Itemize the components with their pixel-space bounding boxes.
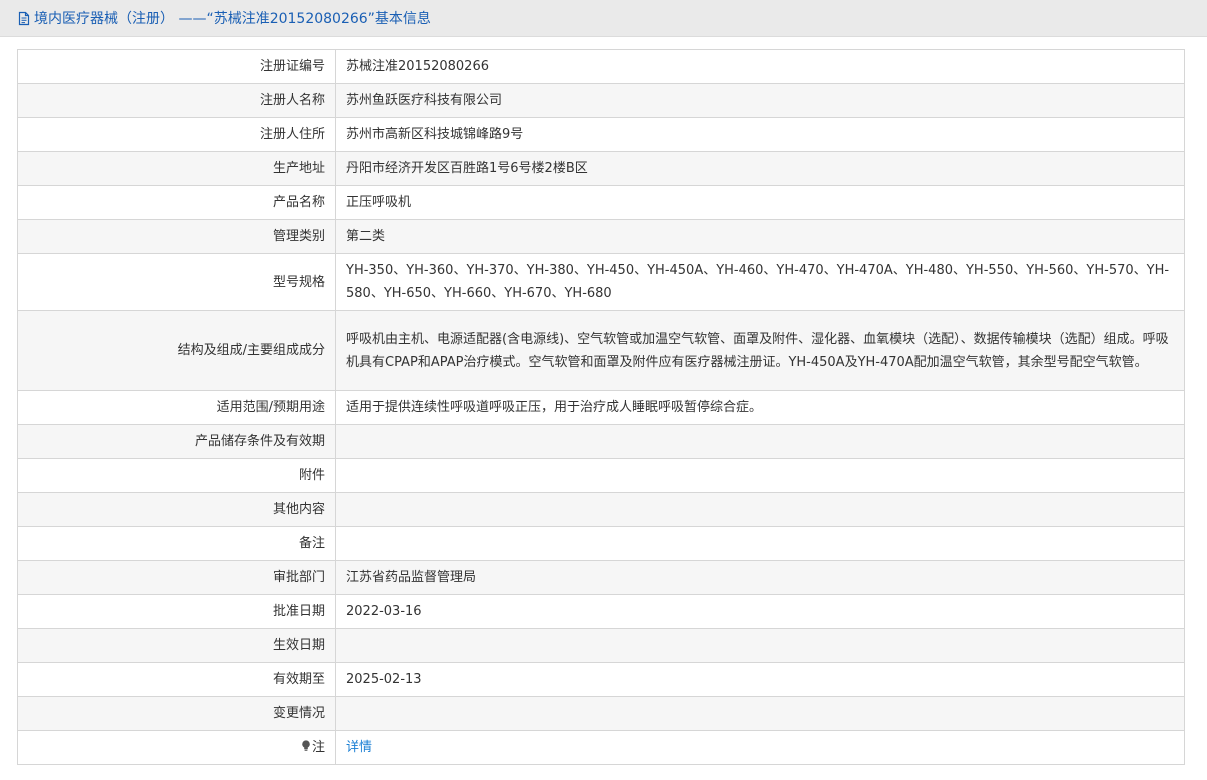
row-label: 变更情况: [17, 696, 336, 731]
table-row: 生效日期: [17, 628, 1185, 663]
note-row: 注 详情: [17, 730, 1185, 765]
row-label: 注册人名称: [17, 83, 336, 118]
table-row: 其他内容: [17, 492, 1185, 527]
row-value: [335, 492, 1185, 527]
row-label: 附件: [17, 458, 336, 493]
table-row: 产品名称 正压呼吸机: [17, 185, 1185, 220]
table-row: 管理类别 第二类: [17, 219, 1185, 254]
row-label: 有效期至: [17, 662, 336, 697]
document-icon: [18, 11, 30, 25]
row-value: [335, 526, 1185, 561]
row-label: 适用范围/预期用途: [17, 390, 336, 425]
table-row: 备注: [17, 526, 1185, 561]
row-value: 丹阳市经济开发区百胜路1号6号楼2楼B区: [335, 151, 1185, 186]
page-title-text: 境内医疗器械（注册） ——“苏械注准20152080266”基本信息: [34, 11, 431, 27]
row-value: 江苏省药品监督管理局: [335, 560, 1185, 595]
table-row: 注册证编号 苏械注准20152080266: [17, 49, 1185, 84]
note-value-cell: 详情: [335, 730, 1185, 765]
note-label-cell: 注: [17, 730, 336, 765]
row-value: 苏州市高新区科技城锦峰路9号: [335, 117, 1185, 152]
table-row: 注册人住所 苏州市高新区科技城锦峰路9号: [17, 117, 1185, 152]
row-value: 呼吸机由主机、电源适配器(含电源线)、空气软管或加温空气软管、面罩及附件、湿化器…: [335, 310, 1185, 391]
details-link[interactable]: 详情: [346, 740, 372, 755]
row-value: [335, 696, 1185, 731]
row-value: 正压呼吸机: [335, 185, 1185, 220]
table-row: 型号规格 YH-350、YH-360、YH-370、YH-380、YH-450、…: [17, 253, 1185, 311]
detail-table: 注册证编号 苏械注准20152080266 注册人名称 苏州鱼跃医疗科技有限公司…: [17, 49, 1185, 765]
row-value: 适用于提供连续性呼吸道呼吸正压，用于治疗成人睡眠呼吸暂停综合症。: [335, 390, 1185, 425]
row-label: 产品储存条件及有效期: [17, 424, 336, 459]
row-value: YH-350、YH-360、YH-370、YH-380、YH-450、YH-45…: [335, 253, 1185, 311]
table-row: 有效期至 2025-02-13: [17, 662, 1185, 697]
table-row: 产品储存条件及有效期: [17, 424, 1185, 459]
table-row: 适用范围/预期用途 适用于提供连续性呼吸道呼吸正压，用于治疗成人睡眠呼吸暂停综合…: [17, 390, 1185, 425]
row-value: [335, 458, 1185, 493]
row-label: 批准日期: [17, 594, 336, 629]
page-title: 境内医疗器械（注册） ——“苏械注准20152080266”基本信息: [17, 8, 431, 28]
row-label: 审批部门: [17, 560, 336, 595]
row-value: 2025-02-13: [335, 662, 1185, 697]
table-row: 注册人名称 苏州鱼跃医疗科技有限公司: [17, 83, 1185, 118]
row-label: 注册人住所: [17, 117, 336, 152]
row-value: 第二类: [335, 219, 1185, 254]
table-row: 结构及组成/主要组成成分 呼吸机由主机、电源适配器(含电源线)、空气软管或加温空…: [17, 310, 1185, 391]
row-value: 苏械注准20152080266: [335, 49, 1185, 84]
lightbulb-icon: [302, 740, 310, 751]
row-label: 结构及组成/主要组成成分: [17, 310, 336, 391]
table-row: 生产地址 丹阳市经济开发区百胜路1号6号楼2楼B区: [17, 151, 1185, 186]
row-label: 生效日期: [17, 628, 336, 663]
row-value: 苏州鱼跃医疗科技有限公司: [335, 83, 1185, 118]
row-value: 2022-03-16: [335, 594, 1185, 629]
row-label: 产品名称: [17, 185, 336, 220]
row-label: 备注: [17, 526, 336, 561]
row-label: 型号规格: [17, 253, 336, 311]
table-row: 审批部门 江苏省药品监督管理局: [17, 560, 1185, 595]
row-label: 注册证编号: [17, 49, 336, 84]
detail-table-container: 注册证编号 苏械注准20152080266 注册人名称 苏州鱼跃医疗科技有限公司…: [17, 49, 1185, 765]
page-header: 境内医疗器械（注册） ——“苏械注准20152080266”基本信息: [0, 0, 1207, 37]
table-row: 附件: [17, 458, 1185, 493]
row-value: [335, 628, 1185, 663]
row-label: 生产地址: [17, 151, 336, 186]
row-label: 管理类别: [17, 219, 336, 254]
row-label: 其他内容: [17, 492, 336, 527]
row-value: [335, 424, 1185, 459]
table-row: 批准日期 2022-03-16: [17, 594, 1185, 629]
note-label: 注: [311, 740, 325, 755]
table-row: 变更情况: [17, 696, 1185, 731]
